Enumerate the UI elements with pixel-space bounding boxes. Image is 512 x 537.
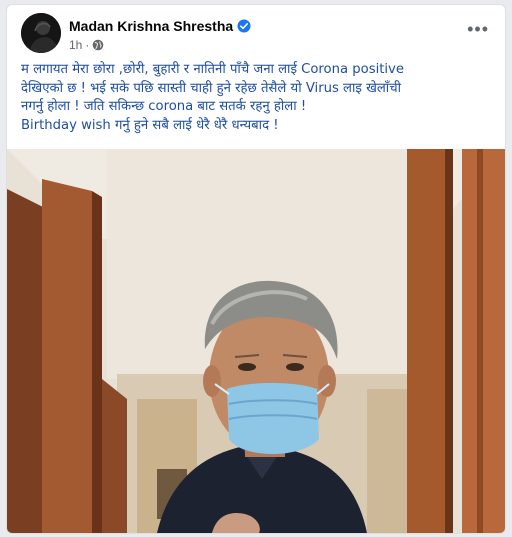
globe-icon [92, 39, 104, 51]
post-text-line: म लगायत मेरा छोरा ,छोरी, बुहारी र नातिनी… [21, 62, 404, 77]
post-timestamp[interactable]: 1h [69, 38, 82, 52]
post-text-line: Birthday wish गर्नु हुने सबै लाई धेरै धे… [21, 117, 279, 133]
post-text-line: नगर्नु होला ! जति सकिन्छ corona बाट सतर्… [21, 99, 307, 114]
author-row: Madan Krishna Shrestha [69, 18, 251, 34]
photo-image [7, 149, 505, 533]
avatar[interactable] [21, 13, 61, 53]
meta-separator: · [85, 38, 90, 52]
author-name[interactable]: Madan Krishna Shrestha [69, 18, 233, 34]
avatar-image [21, 13, 61, 53]
post-photo[interactable] [7, 149, 505, 533]
verified-badge-icon [237, 19, 251, 33]
more-options-icon[interactable]: ••• [467, 19, 489, 40]
post-header: Madan Krishna Shrestha 1h · ••• [21, 13, 493, 55]
post-meta: 1h · [69, 38, 104, 52]
post-text-line: देखिएको छ ! भई सके पछि सास्ती चाही हुने … [21, 80, 402, 96]
post-text: म लगायत मेरा छोरा ,छोरी, बुहारी र नातिनी… [21, 61, 495, 135]
post-card: Madan Krishna Shrestha 1h · ••• म लगायत [6, 4, 506, 534]
